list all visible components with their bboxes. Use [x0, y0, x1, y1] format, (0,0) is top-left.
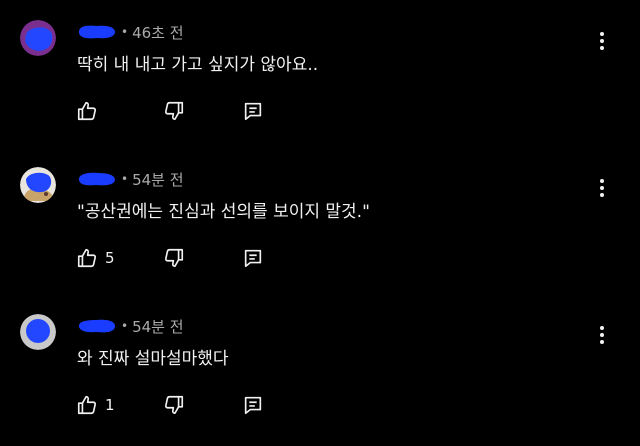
like-button[interactable]: [76, 99, 105, 123]
reply-button[interactable]: [242, 99, 264, 123]
more-options-button[interactable]: [594, 324, 610, 346]
redacted-username[interactable]: [77, 171, 117, 187]
comment-text: 와 진짜 설마설마했다: [77, 349, 229, 369]
comment-meta: • 54분 전: [77, 168, 184, 190]
like-count: 5: [105, 249, 115, 267]
reply-button[interactable]: [242, 393, 264, 417]
more-dot-icon: [600, 193, 604, 197]
comment-actions: 1: [76, 393, 276, 417]
thumbs-up-icon: [77, 395, 97, 415]
separator-dot: •: [121, 25, 129, 39]
comment-item: • 46초 전 딱히 내 내고 가고 싶지가 않아요..: [0, 0, 640, 146]
avatar-image: [20, 314, 56, 350]
more-dot-icon: [600, 179, 604, 183]
avatar-image: [20, 20, 56, 56]
comment-meta: • 46초 전: [77, 21, 184, 43]
redacted-username[interactable]: [77, 24, 117, 40]
like-button[interactable]: 5: [76, 246, 115, 270]
like-count: 1: [105, 396, 115, 414]
avatar[interactable]: [20, 20, 56, 56]
thumbs-up-icon: [77, 101, 97, 121]
avatar[interactable]: [20, 314, 56, 350]
redacted-username[interactable]: [77, 318, 117, 334]
comment-timestamp[interactable]: 54분 전: [132, 169, 183, 190]
separator-dot: •: [121, 319, 129, 333]
more-dot-icon: [600, 32, 604, 36]
comment-item: • 54분 전 와 진짜 설마설마했다 1: [0, 294, 640, 440]
separator-dot: •: [121, 172, 129, 186]
like-button[interactable]: 1: [76, 393, 115, 417]
dislike-button[interactable]: [163, 99, 185, 123]
more-dot-icon: [600, 46, 604, 50]
more-options-button[interactable]: [594, 177, 610, 199]
thumbs-down-icon: [164, 101, 184, 121]
more-dot-icon: [600, 39, 604, 43]
comment-timestamp[interactable]: 46초 전: [132, 22, 183, 43]
reply-icon: [244, 249, 262, 268]
more-dot-icon: [600, 333, 604, 337]
comment-actions: [76, 99, 276, 123]
avatar[interactable]: [20, 167, 56, 203]
comment-meta: • 54분 전: [77, 315, 184, 337]
reply-button[interactable]: [242, 246, 264, 270]
more-options-button[interactable]: [594, 30, 610, 52]
reply-icon: [244, 102, 262, 121]
avatar-image: [20, 167, 56, 203]
more-dot-icon: [600, 340, 604, 344]
dislike-button[interactable]: [163, 393, 185, 417]
comment-text: 딱히 내 내고 가고 싶지가 않아요..: [77, 55, 319, 75]
more-dot-icon: [600, 326, 604, 330]
thumbs-down-icon: [164, 395, 184, 415]
thumbs-down-icon: [164, 248, 184, 268]
comment-actions: 5: [76, 246, 276, 270]
thumbs-up-icon: [77, 248, 97, 268]
dislike-button[interactable]: [163, 246, 185, 270]
comment-timestamp[interactable]: 54분 전: [132, 316, 183, 337]
reply-icon: [244, 396, 262, 415]
more-dot-icon: [600, 186, 604, 190]
comment-text: "공산권에는 진심과 선의를 보이지 말것.": [77, 202, 370, 222]
comment-item: • 54분 전 "공산권에는 진심과 선의를 보이지 말것." 5: [0, 147, 640, 293]
